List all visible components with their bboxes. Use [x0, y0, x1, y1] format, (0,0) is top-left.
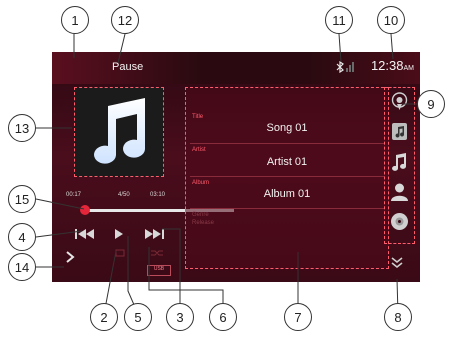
callout-8: 8: [384, 303, 412, 331]
callout-2: 2: [90, 303, 118, 331]
callout-14: 14: [8, 253, 36, 281]
callout-12: 12: [111, 6, 139, 34]
callout-leaders: [35, 33, 431, 315]
callout-1: 1: [61, 6, 89, 34]
callout-5: 5: [124, 303, 152, 331]
callout-13: 13: [8, 114, 36, 142]
diagram: Pause 12:38AM 00:17 4/50 03:10 USB Title…: [0, 0, 458, 339]
callout-11: 11: [325, 6, 353, 34]
callout-10: 10: [377, 6, 405, 34]
callout-9: 9: [417, 90, 445, 118]
callout-6: 6: [209, 303, 237, 331]
callout-15: 15: [8, 185, 36, 213]
callout-7: 7: [284, 303, 312, 331]
callout-4: 4: [8, 223, 36, 251]
callout-3: 3: [166, 303, 194, 331]
